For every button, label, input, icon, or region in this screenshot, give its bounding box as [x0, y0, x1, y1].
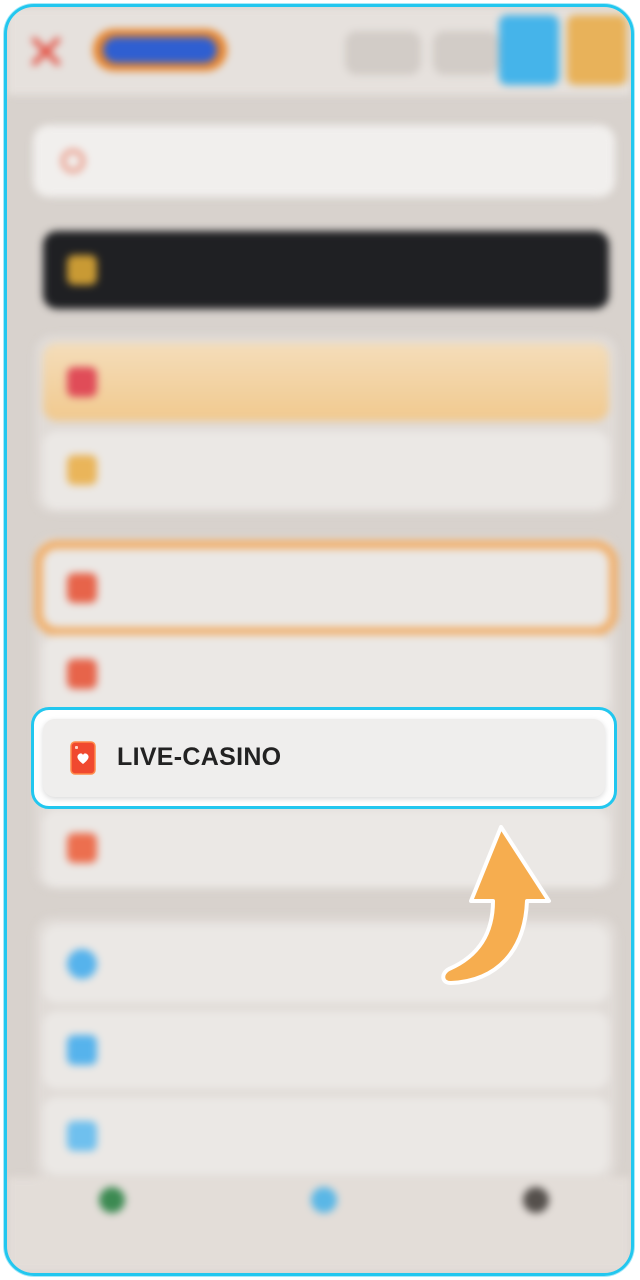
bottom-nav: [7, 1177, 631, 1273]
profile-icon[interactable]: [567, 15, 627, 85]
deposit-icon[interactable]: [499, 15, 559, 85]
menu-item-label: LIVE-CASINO: [117, 743, 282, 771]
jackpot-icon: [67, 833, 97, 863]
header: [7, 7, 631, 95]
nav-item[interactable]: [219, 1177, 431, 1273]
search-icon: [61, 149, 85, 173]
menu-item-live-casino[interactable]: LIVE-CASINO: [43, 719, 605, 797]
live-bet-icon: [67, 1035, 97, 1065]
menu-item[interactable]: [43, 431, 609, 509]
phone-frame: LIVE-CASINO: [4, 4, 634, 1276]
close-icon[interactable]: [25, 31, 65, 71]
nav-icon: [99, 1187, 125, 1213]
menu-item-warm[interactable]: [43, 343, 609, 421]
nav-item[interactable]: [7, 1177, 219, 1273]
key-icon: [67, 255, 97, 285]
menu-item[interactable]: [43, 635, 609, 713]
nav-item[interactable]: [431, 1177, 631, 1273]
nav-icon: [523, 1187, 549, 1213]
curved-arrow-up-icon: [441, 825, 551, 985]
search-bar[interactable]: [33, 125, 615, 197]
menu-item-dark[interactable]: [43, 231, 609, 309]
gift-icon: [67, 455, 97, 485]
menu-icon: [67, 367, 97, 397]
menu-item[interactable]: [43, 1011, 609, 1089]
sport-icon: [67, 949, 97, 979]
blurred-background: [7, 7, 631, 1273]
playing-card-icon: [70, 741, 96, 775]
focus-highlight: LIVE-CASINO: [31, 707, 617, 809]
casino-icon: [67, 659, 97, 689]
menu-item[interactable]: [43, 1097, 609, 1175]
logo: [93, 29, 227, 71]
nav-icon: [311, 1187, 337, 1213]
language-selector[interactable]: [345, 31, 421, 75]
home-icon: [67, 573, 97, 603]
virtual-sport-icon: [67, 1121, 97, 1151]
search-input[interactable]: [97, 143, 581, 181]
menu-item-highlighted[interactable]: [43, 549, 609, 627]
balance-pill[interactable]: [433, 31, 499, 75]
